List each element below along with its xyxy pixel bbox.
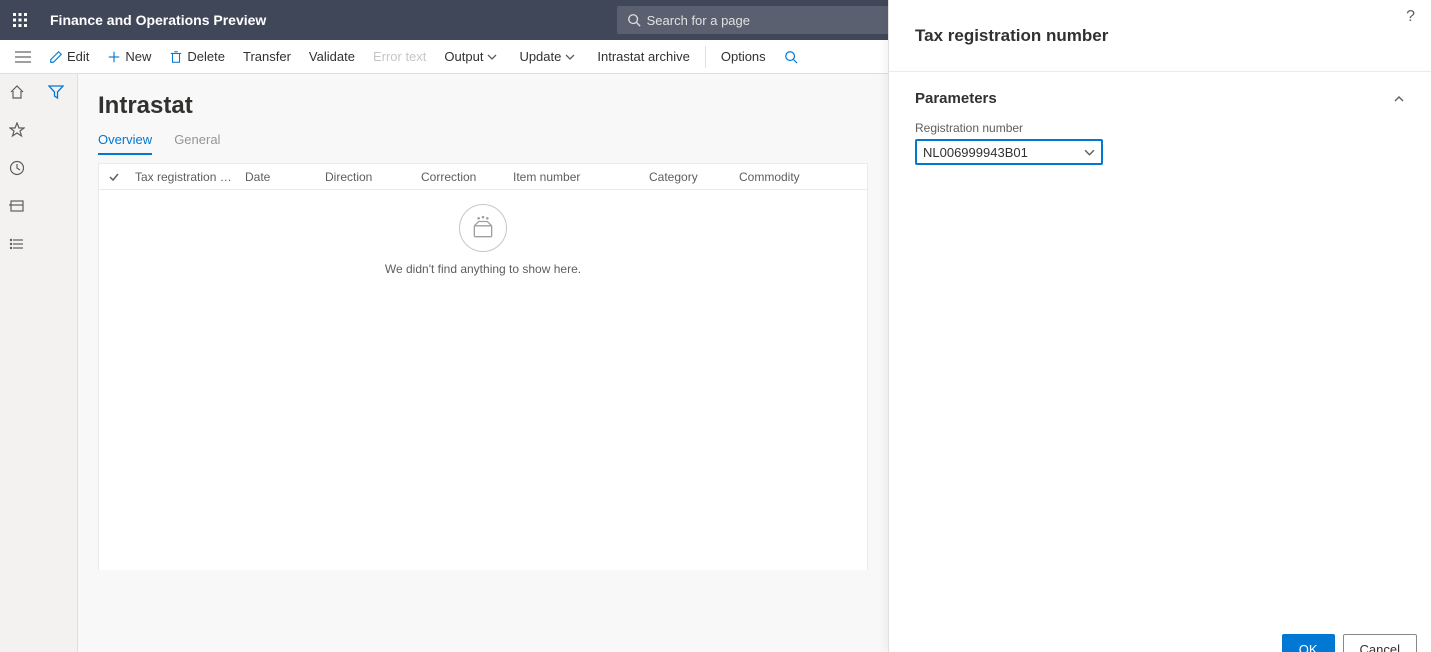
tab-overview[interactable]: Overview xyxy=(98,132,152,155)
dialog-footer: OK Cancel xyxy=(889,634,1431,652)
options-label: Options xyxy=(721,49,766,64)
empty-box-icon xyxy=(470,215,496,241)
validate-label: Validate xyxy=(309,49,355,64)
main-content: Intrastat Overview General Tax registrat… xyxy=(78,74,888,652)
edit-label: Edit xyxy=(67,49,89,64)
dialog-header: Tax registration number ? xyxy=(889,0,1431,72)
column-item-number[interactable]: Item number xyxy=(507,170,643,184)
ok-button[interactable]: OK xyxy=(1282,634,1335,652)
chevron-up-icon xyxy=(1393,93,1405,105)
column-correction[interactable]: Correction xyxy=(415,170,507,184)
update-label: Update xyxy=(519,49,561,64)
delete-label: Delete xyxy=(187,49,225,64)
pencil-icon xyxy=(49,50,63,64)
intrastat-archive-button[interactable]: Intrastat archive xyxy=(588,40,699,74)
inline-search-button[interactable] xyxy=(775,40,811,74)
nav-favorites[interactable] xyxy=(7,120,27,140)
dialog-panel: Tax registration number ? Parameters Reg… xyxy=(888,0,1431,652)
column-select[interactable] xyxy=(99,171,129,183)
empty-state: We didn't find anything to show here. xyxy=(99,190,867,570)
column-tax-registration[interactable]: Tax registration num... xyxy=(129,170,239,184)
output-button[interactable]: Output xyxy=(435,40,510,74)
home-icon xyxy=(9,84,25,100)
validate-button[interactable]: Validate xyxy=(300,40,364,74)
help-button[interactable]: ? xyxy=(1406,8,1415,26)
transfer-button[interactable]: Transfer xyxy=(234,40,300,74)
registration-number-field[interactable]: NL006999943B01 xyxy=(915,139,1103,165)
column-commodity[interactable]: Commodity xyxy=(733,170,867,184)
nav-recent[interactable] xyxy=(7,158,27,178)
options-button[interactable]: Options xyxy=(712,40,775,74)
waffle-icon xyxy=(12,12,28,28)
nav-workspaces[interactable] xyxy=(7,196,27,216)
chevron-down-icon xyxy=(487,52,497,62)
filter-column xyxy=(34,74,78,652)
registration-number-value: NL006999943B01 xyxy=(923,145,1084,160)
column-date[interactable]: Date xyxy=(239,170,319,184)
left-nav-rail xyxy=(0,74,34,652)
transfer-label: Transfer xyxy=(243,49,291,64)
filter-button[interactable] xyxy=(48,84,64,652)
registration-number-label: Registration number xyxy=(915,121,1405,135)
nav-modules[interactable] xyxy=(7,234,27,254)
trash-icon xyxy=(169,50,183,64)
chevron-down-icon xyxy=(1084,147,1095,158)
column-category[interactable]: Category xyxy=(643,170,733,184)
nav-toggle-button[interactable] xyxy=(6,51,40,63)
search-icon xyxy=(627,13,641,27)
parameters-label: Parameters xyxy=(915,90,997,107)
tabs: Overview General xyxy=(98,132,868,155)
chevron-down-icon xyxy=(565,52,575,62)
intrastat-archive-label: Intrastat archive xyxy=(597,49,690,64)
output-label: Output xyxy=(444,49,483,64)
nav-home[interactable] xyxy=(7,82,27,102)
empty-icon xyxy=(459,204,507,252)
page-title: Intrastat xyxy=(98,92,868,120)
edit-button[interactable]: Edit xyxy=(40,40,98,74)
star-icon xyxy=(9,122,25,138)
dialog-title: Tax registration number xyxy=(915,26,1108,46)
cancel-button[interactable]: Cancel xyxy=(1343,634,1417,652)
new-label: New xyxy=(125,49,151,64)
workspace-icon xyxy=(9,198,25,214)
parameters-section-header[interactable]: Parameters xyxy=(915,86,1405,121)
app-title: Finance and Operations Preview xyxy=(50,12,266,28)
grid-header: Tax registration num... Date Direction C… xyxy=(99,164,867,190)
data-grid: Tax registration num... Date Direction C… xyxy=(98,163,868,570)
new-button[interactable]: New xyxy=(98,40,160,74)
plus-icon xyxy=(107,50,121,64)
dialog-body: Parameters Registration number NL0069999… xyxy=(889,72,1431,634)
empty-message: We didn't find anything to show here. xyxy=(99,262,867,276)
hamburger-icon xyxy=(15,51,31,63)
funnel-icon xyxy=(48,84,64,100)
column-direction[interactable]: Direction xyxy=(319,170,415,184)
error-text-button: Error text xyxy=(364,40,435,74)
separator xyxy=(705,46,706,68)
check-icon xyxy=(108,171,120,183)
search-icon xyxy=(784,50,798,64)
tab-general[interactable]: General xyxy=(174,132,220,155)
clock-icon xyxy=(9,160,25,176)
error-text-label: Error text xyxy=(373,49,426,64)
search-placeholder: Search for a page xyxy=(647,13,750,28)
app-launcher-button[interactable] xyxy=(0,0,40,40)
delete-button[interactable]: Delete xyxy=(160,40,234,74)
list-icon xyxy=(9,236,25,252)
update-button[interactable]: Update xyxy=(510,40,588,74)
